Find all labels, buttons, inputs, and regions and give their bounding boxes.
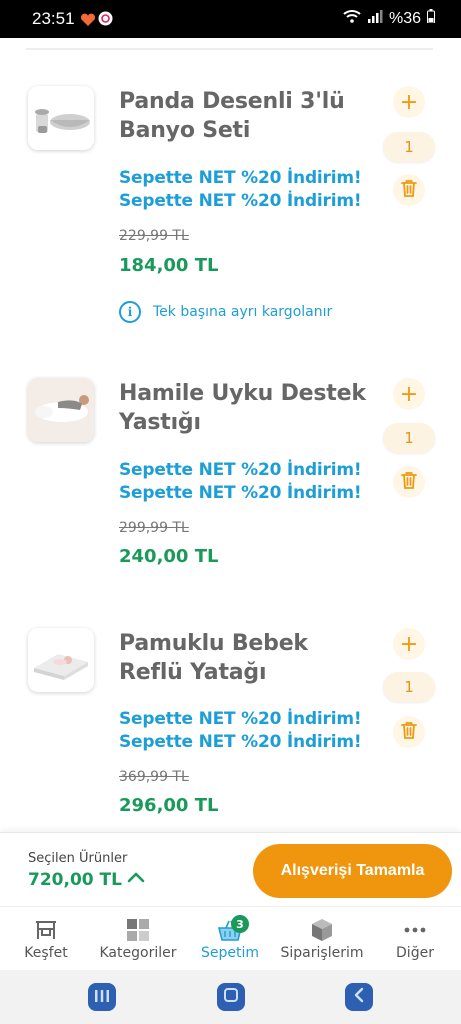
quantity-value: 1 <box>383 423 435 453</box>
trash-icon <box>401 721 417 743</box>
tab-more[interactable]: Diğer <box>393 907 437 971</box>
promo-text: Sepette NET %20 İndirim! Sepette NET %20… <box>119 167 379 213</box>
chevron-up-icon[interactable] <box>126 869 146 888</box>
categories-icon <box>125 917 151 943</box>
tab-label: Kategoriler <box>99 945 177 961</box>
basket-icon: 3 <box>217 915 249 943</box>
old-price: 369,99 TL <box>119 769 189 785</box>
promo-line: Sepette NET %20 İndirim! <box>119 460 362 480</box>
signal-icon <box>367 9 383 28</box>
quantity-value: 1 <box>383 672 435 702</box>
current-price: 184,00 TL <box>119 255 219 276</box>
orders-box-icon <box>309 917 335 943</box>
plus-icon: + <box>399 89 419 115</box>
tab-categories[interactable]: Kategoriler <box>98 907 178 971</box>
promo-text: Sepette NET %20 İndirim! Sepette NET %20… <box>119 708 379 754</box>
delete-item-button[interactable] <box>393 174 425 206</box>
old-price: 229,99 TL <box>119 228 189 244</box>
plus-icon: + <box>399 381 419 407</box>
current-price: 296,00 TL <box>119 795 219 816</box>
old-price: 299,99 TL <box>119 520 189 536</box>
tab-label: Sepetim <box>200 945 260 961</box>
trash-icon <box>401 471 417 493</box>
battery-level: %36 <box>388 9 421 27</box>
increase-quantity-button[interactable]: + <box>393 86 425 118</box>
bottom-tab-bar: Keşfet Kategoriler 3 Sepetim Siparişleri… <box>0 906 461 970</box>
selected-items-label: Seçilen Ürünler <box>28 851 128 866</box>
pregnancy-pillow-image[interactable] <box>28 378 94 442</box>
tab-label: Siparişlerim <box>280 945 364 961</box>
promo-text: Sepette NET %20 İndirim! Sepette NET %20… <box>119 459 379 505</box>
info-icon: i <box>119 301 141 323</box>
recent-apps-button[interactable] <box>88 983 116 1011</box>
total-price: 720,00 TL <box>28 870 122 890</box>
battery-icon <box>427 9 435 28</box>
trash-icon <box>401 179 417 201</box>
delete-item-button[interactable] <box>393 716 425 748</box>
delete-item-button[interactable] <box>393 466 425 498</box>
home-button[interactable] <box>217 983 245 1011</box>
system-navigation-bar <box>0 970 461 1024</box>
increase-quantity-button[interactable]: + <box>393 628 425 660</box>
plus-icon: + <box>399 631 419 657</box>
increase-quantity-button[interactable]: + <box>393 378 425 410</box>
shipping-note-text: Tek başına ayrı kargolanır <box>153 304 333 320</box>
current-price: 240,00 TL <box>119 546 219 567</box>
promo-line: Sepette NET %20 İndirim! <box>119 732 362 752</box>
product-title[interactable]: Pamuklu Bebek Reflü Yatağı <box>119 629 369 687</box>
wifi-icon <box>343 9 361 28</box>
basket-count-badge: 3 <box>231 915 249 933</box>
status-time: 23:51 <box>32 9 75 28</box>
promo-line: Sepette NET %20 İndirim! <box>119 483 362 503</box>
home-icon <box>223 987 239 1007</box>
recent-apps-icon <box>94 988 110 1007</box>
back-arrow-icon <box>352 987 366 1007</box>
tab-label: Keşfet <box>24 945 68 961</box>
bath-set-image[interactable] <box>28 86 94 150</box>
promo-line: Sepette NET %20 İndirim! <box>119 191 362 211</box>
top-divider <box>26 48 433 50</box>
promo-line: Sepette NET %20 İndirim! <box>119 168 362 188</box>
shipping-note: i Tek başına ayrı kargolanır <box>119 301 332 323</box>
tab-orders[interactable]: Siparişlerim <box>278 907 366 971</box>
more-dots-icon <box>402 917 428 943</box>
product-title[interactable]: Panda Desenli 3'lü Banyo Seti <box>119 87 369 145</box>
checkout-button[interactable]: Alışverişi Tamamla <box>253 844 452 898</box>
promo-line: Sepette NET %20 İndirim! <box>119 709 362 729</box>
cart-summary: Seçilen Ürünler 720,00 TL Alışverişi Tam… <box>0 832 461 906</box>
tab-label: Diğer <box>396 945 434 961</box>
back-button[interactable] <box>345 983 373 1011</box>
product-title[interactable]: Hamile Uyku Destek Yastığı <box>119 379 369 437</box>
discover-icon <box>33 917 59 943</box>
status-bar: 23:51 %36 <box>0 0 461 38</box>
quantity-value: 1 <box>383 132 435 162</box>
notification-heart-icon <box>80 12 96 31</box>
notification-app-icon <box>98 11 113 30</box>
tab-basket[interactable]: 3 Sepetim <box>200 907 260 971</box>
reflux-bed-image[interactable] <box>28 628 94 692</box>
tab-discover[interactable]: Keşfet <box>22 907 70 971</box>
